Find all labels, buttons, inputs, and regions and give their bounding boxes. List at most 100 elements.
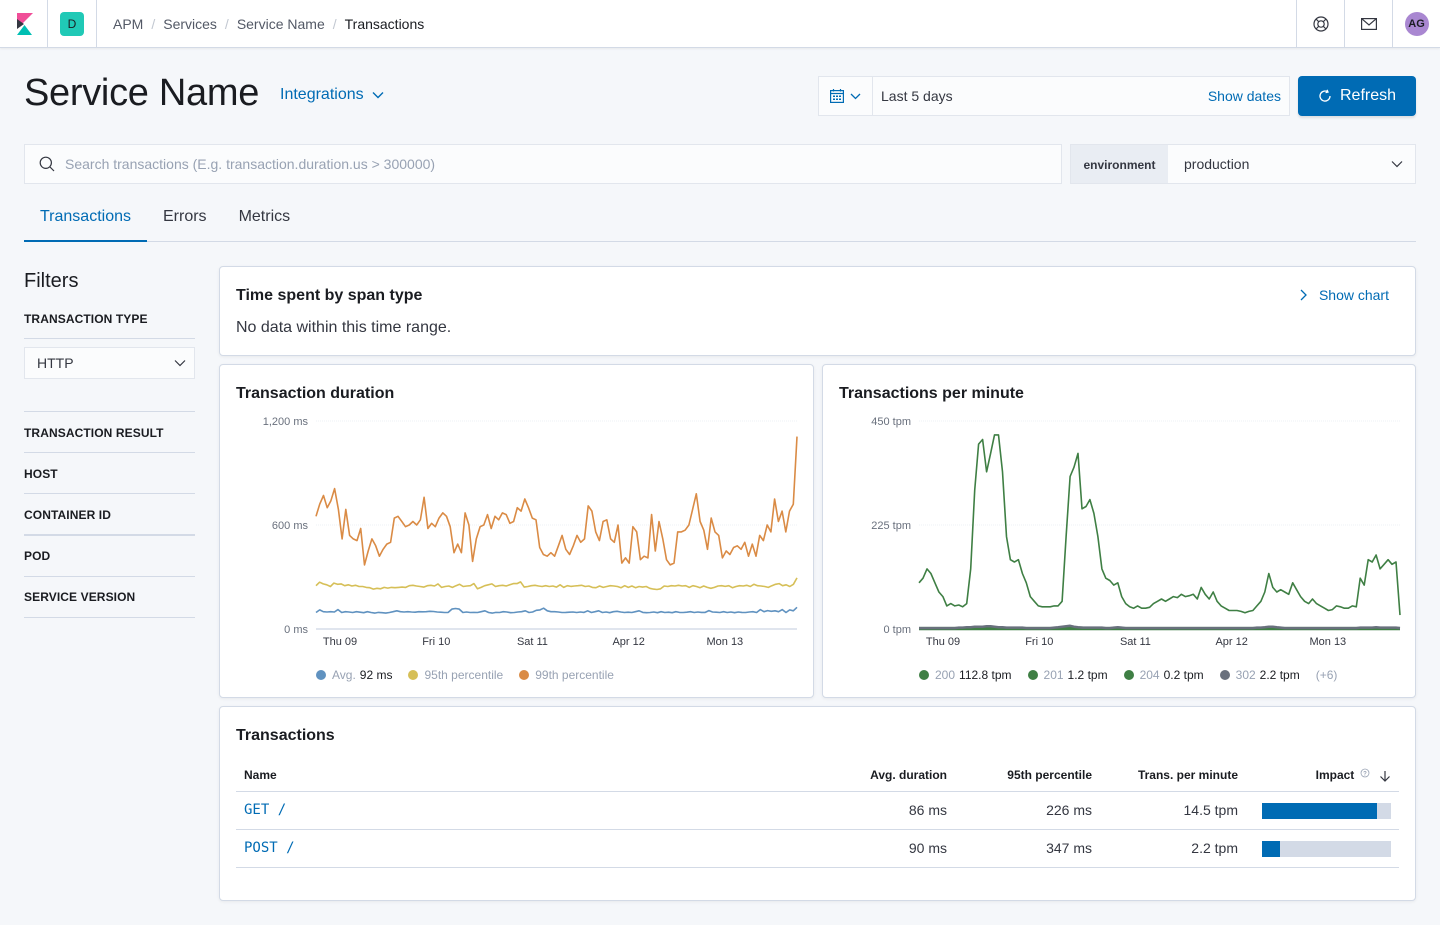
space-selector[interactable]: D — [48, 0, 97, 48]
column-header-avg-duration[interactable]: Avg. duration — [805, 759, 955, 792]
date-range-display[interactable]: Last 5 days — [873, 88, 1208, 104]
avatar: AG — [1404, 12, 1429, 36]
y-tick-label: 0 tpm — [883, 624, 911, 636]
transaction-duration-chart[interactable]: 0 ms 600 ms 1,200 ms Thu 09 Fri 10 Sat 11 Apr … — [220, 405, 813, 705]
legend-dot — [408, 670, 419, 680]
chevron-down-icon — [372, 92, 384, 99]
tpm-cell: 2.2 tpm — [1100, 829, 1246, 868]
column-header-p95[interactable]: 95th percentile — [955, 759, 1100, 792]
breadcrumb-services[interactable]: Services — [163, 16, 217, 32]
chevron-down-icon — [850, 93, 861, 99]
search-input[interactable] — [55, 156, 1061, 172]
series-line-avg- — [315, 606, 798, 614]
refresh-button[interactable]: Refresh — [1298, 76, 1416, 116]
integrations-menu-button[interactable]: Integrations — [280, 86, 384, 104]
header-actions: AG — [1296, 0, 1440, 48]
legend-item-302[interactable]: 302 2.2 tpm — [1219, 668, 1300, 682]
span-type-panel: Time spent by span type Show chart No da… — [219, 266, 1416, 356]
legend-dot — [1027, 670, 1038, 680]
question-icon[interactable]: ? — [1360, 768, 1370, 778]
x-tick-label: Sat 11 — [1120, 636, 1151, 648]
table-row: GET / 86 ms 226 ms 14.5 tpm — [236, 791, 1399, 830]
breadcrumb-apm[interactable]: APM — [113, 16, 143, 32]
refresh-icon — [1319, 89, 1331, 102]
legend-item-p99[interactable]: 99th percentile — [519, 668, 614, 682]
divider — [24, 617, 195, 618]
legend-label: Avg. — [332, 668, 356, 682]
show-chart-button[interactable]: Show chart — [1300, 287, 1389, 303]
filter-service-version[interactable]: SERVICE VERSION — [24, 590, 195, 604]
tab-transactions[interactable]: Transactions — [24, 200, 147, 242]
legend-label: 204 — [1139, 668, 1160, 682]
table-row: POST / 90 ms 347 ms 2.2 tpm — [236, 829, 1399, 868]
integrations-label: Integrations — [280, 86, 364, 103]
x-tick-label: Mon 13 — [706, 636, 743, 648]
legend-item-201[interactable]: 201 1.2 tpm — [1027, 668, 1108, 682]
p95-cell: 226 ms — [955, 791, 1100, 830]
filter-transaction-type-label: TRANSACTION TYPE — [24, 312, 148, 326]
filter-host[interactable]: HOST — [24, 467, 195, 481]
user-menu-button[interactable]: AG — [1392, 0, 1440, 48]
column-header-impact[interactable]: Impact ? — [1246, 759, 1399, 792]
filter-pod[interactable]: POD — [24, 549, 195, 563]
environment-label: environment — [1071, 145, 1168, 183]
transactions-per-minute-chart[interactable]: 0 tpm 225 tpm 450 tpm Thu 09 Fri 10 Sat 11 Apr… — [823, 405, 1415, 705]
legend-label: 99th percentile — [535, 668, 614, 682]
column-header-name[interactable]: Name — [236, 759, 805, 792]
filter-transaction-result[interactable]: TRANSACTION RESULT — [24, 426, 195, 440]
mail-icon — [1360, 18, 1377, 30]
legend-more-button[interactable]: (+6) — [1316, 668, 1338, 682]
breadcrumb-separator: / — [332, 15, 337, 32]
filters-title: Filters — [24, 270, 79, 292]
y-tick-label: 225 tpm — [871, 520, 911, 532]
show-chart-label: Show chart — [1318, 287, 1389, 303]
breadcrumb-service-name[interactable]: Service Name — [237, 16, 325, 32]
transaction-duration-panel: Transaction duration 0 ms 600 ms 1,200 ms T… — [219, 364, 814, 698]
series-line-95th-percentile — [315, 577, 798, 591]
space-avatar: D — [60, 11, 84, 36]
show-dates-button[interactable]: Show dates — [1208, 88, 1289, 104]
table-header-row: Name Avg. duration 95th percentile Trans… — [236, 759, 1399, 792]
quick-select-button[interactable] — [819, 77, 873, 115]
legend-value: 1.2 tpm — [1067, 668, 1108, 682]
environment-select[interactable]: production — [1168, 145, 1415, 183]
help-button[interactable] — [1296, 0, 1344, 48]
help-icon — [1312, 16, 1329, 32]
impact-bar-fill — [1262, 802, 1377, 819]
transaction-name-link[interactable]: GET / — [236, 791, 805, 830]
x-tick-label: Apr 12 — [1215, 636, 1247, 648]
filter-container-id[interactable]: CONTAINER ID — [24, 508, 195, 522]
divider — [24, 452, 195, 453]
environment-value: production — [1184, 156, 1250, 172]
legend-item-204[interactable]: 204 0.2 tpm — [1123, 668, 1204, 682]
impact-label: Impact — [1315, 767, 1355, 782]
transaction-name-link[interactable]: POST / — [236, 829, 805, 868]
date-picker: Last 5 days Show dates — [818, 76, 1290, 116]
newsfeed-button[interactable] — [1344, 0, 1392, 48]
chevron-down-icon — [174, 360, 186, 367]
environment-filter: environment production — [1070, 144, 1416, 184]
avg-duration-cell: 90 ms — [805, 829, 955, 868]
column-header-tpm[interactable]: Trans. per minute — [1100, 759, 1246, 792]
tab-metrics[interactable]: Metrics — [223, 200, 307, 242]
transactions-per-minute-panel: Transactions per minute 0 tpm 225 tpm 450 … — [822, 364, 1416, 698]
breadcrumb: APM / Services / Service Name / Transact… — [97, 16, 424, 32]
legend-item-avg[interactable]: Avg. 92 ms — [316, 668, 392, 682]
legend-item-p95[interactable]: 95th percentile — [408, 668, 503, 682]
impact-bar-fill — [1262, 840, 1281, 857]
tab-errors[interactable]: Errors — [147, 200, 223, 242]
divider — [24, 338, 195, 339]
legend-label: 95th percentile — [424, 668, 504, 682]
legend-dot — [1123, 670, 1134, 680]
chevron-right-icon — [1300, 289, 1307, 301]
page-title: Service Name — [24, 72, 260, 114]
transactions-table: Name Avg. duration 95th percentile Trans… — [236, 759, 1399, 868]
sort-arrow-down-icon — [1380, 770, 1390, 782]
legend-item-200[interactable]: 200 112.8 tpm — [919, 668, 1012, 682]
transactions-table-panel: Transactions Name Avg. duration 95th per… — [219, 706, 1416, 901]
tpm-cell: 14.5 tpm — [1100, 791, 1246, 830]
kibana-logo-button[interactable] — [0, 0, 48, 48]
transaction-type-select[interactable]: HTTP — [24, 347, 195, 379]
y-tick-label: 0 ms — [284, 624, 308, 636]
legend-value: 0.2 tpm — [1163, 668, 1204, 682]
